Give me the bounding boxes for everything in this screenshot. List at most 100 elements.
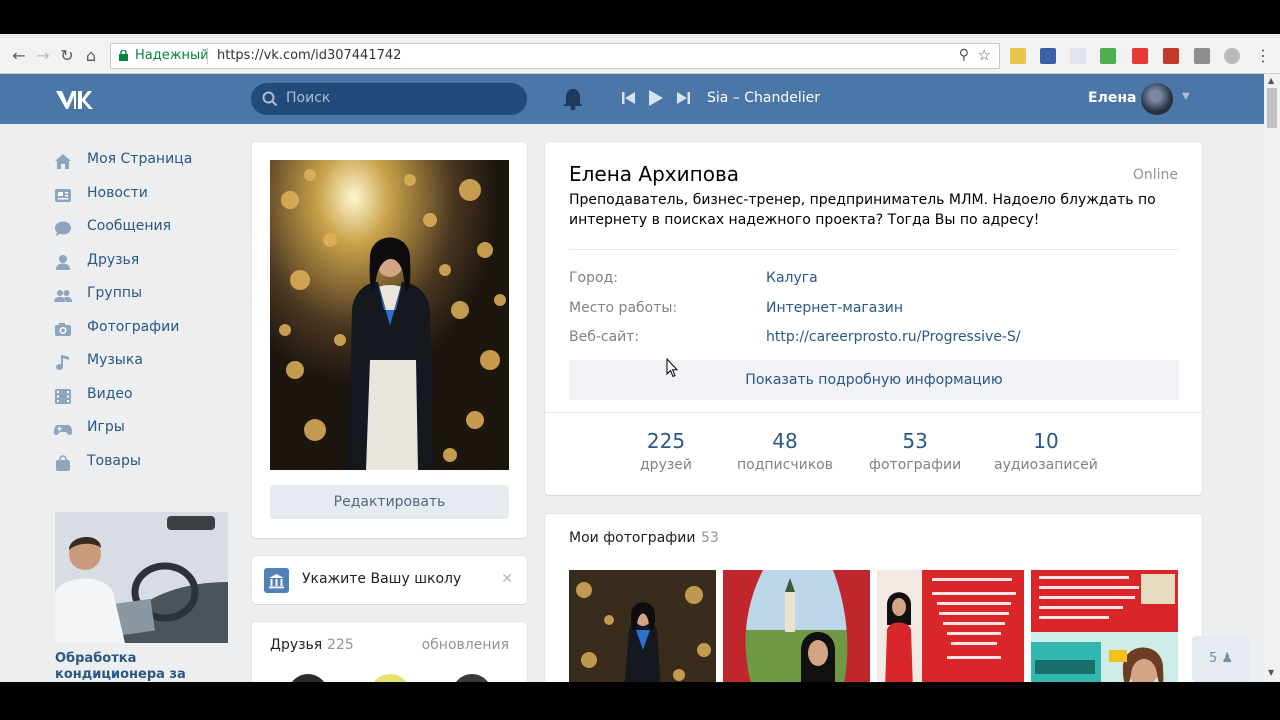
info-value-link[interactable]: http://careerprosto.ru/Progressive-S/ — [766, 329, 1021, 345]
page-content: Моя Страница Новости Сообщения Друзья Гр… — [0, 124, 1264, 682]
menu-item-label: Новости — [87, 184, 148, 201]
scrollbar-thumb[interactable] — [1267, 88, 1277, 128]
counter-followers[interactable]: 48 подписчиков — [737, 429, 833, 473]
menu-item-games[interactable]: Игры — [54, 414, 234, 448]
menu-item-label: Моя Страница — [87, 151, 193, 167]
photo-thumbnail[interactable] — [723, 570, 870, 682]
chat-button[interactable]: 5 ♟ — [1192, 636, 1250, 682]
friend-avatar[interactable] — [452, 674, 492, 682]
friends-title[interactable]: Друзья — [270, 637, 322, 653]
extension-icon-2[interactable] — [1040, 48, 1056, 64]
ad-title[interactable]: Обработка кондиционера за 2799р.! — [55, 651, 228, 682]
info-key: Город: — [569, 270, 618, 286]
extension-icon-6[interactable] — [1163, 48, 1179, 64]
profile-photo[interactable] — [270, 160, 509, 470]
home-icon[interactable]: ⌂ — [80, 46, 102, 66]
ad-block[interactable]: Обработка кондиционера за 2799р.! — [55, 512, 228, 682]
bell-icon[interactable] — [562, 87, 584, 111]
menu-item-video[interactable]: Видео — [54, 381, 234, 415]
info-value-link[interactable]: Интернет-магазин — [766, 300, 903, 316]
search-icon — [262, 91, 278, 107]
menu-item-news[interactable]: Новости — [54, 180, 234, 214]
friend-avatar[interactable] — [288, 674, 328, 682]
counter-number: 225 — [646, 429, 686, 453]
extension-icon-1[interactable] — [1010, 48, 1026, 64]
bag-icon — [56, 454, 70, 471]
news-icon — [55, 188, 71, 202]
page-scrollbar[interactable]: ▲ ▼ — [1264, 74, 1280, 682]
show-more-info-button[interactable]: Показать подробную информацию — [569, 360, 1179, 400]
profile-info-card: Елена Архипова Online Преподаватель, биз… — [545, 142, 1202, 495]
info-key: Место работы: — [569, 300, 678, 316]
friends-card: Друзья 225 обновления — [252, 622, 527, 682]
friend-avatar[interactable] — [370, 674, 410, 682]
forward-icon[interactable]: → — [32, 46, 54, 66]
url-text[interactable]: https://vk.com/id307441742 — [217, 48, 401, 63]
menu-item-groups[interactable]: Группы — [54, 280, 234, 314]
mouse-cursor-icon — [666, 358, 678, 378]
header-avatar[interactable] — [1141, 83, 1173, 115]
messages-icon — [55, 221, 71, 236]
profile-status-text[interactable]: Преподаватель, бизнес-тренер, предприним… — [569, 190, 1169, 230]
counter-label: фотографии — [869, 457, 962, 473]
scroll-down-icon[interactable]: ▼ — [1268, 668, 1274, 677]
menu-item-my-page[interactable]: Моя Страница — [54, 146, 234, 180]
browser-menu-icon[interactable]: ⋮ — [1252, 46, 1274, 66]
photo-thumbnail[interactable] — [569, 570, 716, 682]
counter-label: аудиозаписей — [994, 457, 1098, 473]
edit-profile-button[interactable]: Редактировать — [270, 485, 509, 519]
address-bar[interactable]: Надежный https://vk.com/id307441742 ⚲ ☆ — [110, 43, 1000, 69]
ad-image[interactable] — [55, 512, 228, 643]
now-playing-title[interactable]: Sia – Chandelier — [707, 90, 820, 106]
extension-icon-4[interactable] — [1100, 48, 1116, 64]
video-icon — [55, 388, 71, 404]
play-icon[interactable] — [648, 89, 664, 107]
extension-icon-3[interactable] — [1070, 48, 1086, 64]
menu-item-messages[interactable]: Сообщения — [54, 213, 234, 247]
school-prompt-card[interactable]: Укажите Вашу школу ✕ — [252, 556, 527, 604]
counter-friends[interactable]: 225 друзей — [640, 429, 692, 473]
scroll-up-icon[interactable]: ▲ — [1268, 76, 1274, 85]
counter-photos[interactable]: 53 фотографии — [869, 429, 961, 473]
extension-icon-7[interactable] — [1194, 48, 1210, 64]
close-icon[interactable]: ✕ — [501, 571, 513, 587]
next-track-icon[interactable] — [676, 91, 690, 105]
groups-icon — [54, 290, 72, 302]
menu-item-photos[interactable]: Фотографии — [54, 314, 234, 348]
photo-thumbnail[interactable] — [1031, 570, 1178, 682]
bookmark-star-icon[interactable]: ☆ — [978, 46, 991, 64]
extension-icon-8[interactable] — [1224, 48, 1240, 64]
menu-item-label: Игры — [87, 419, 125, 435]
previous-track-icon[interactable] — [622, 91, 636, 105]
menu-item-goods[interactable]: Товары — [54, 448, 234, 482]
chevron-down-icon[interactable]: ▼ — [1182, 91, 1190, 102]
extension-icon-5[interactable] — [1132, 48, 1148, 64]
school-icon — [264, 568, 289, 593]
counter-number: 53 — [902, 429, 928, 453]
online-status: Online — [1132, 167, 1178, 183]
counter-label: подписчиков — [737, 457, 833, 473]
back-icon[interactable]: ← — [8, 46, 30, 66]
reload-icon[interactable]: ↻ — [56, 46, 78, 66]
menu-item-friends[interactable]: Друзья — [54, 247, 234, 281]
school-prompt-label[interactable]: Укажите Вашу школу — [302, 571, 461, 587]
counter-label: друзей — [640, 457, 693, 473]
header-user-name[interactable]: Елена — [1088, 90, 1136, 106]
vk-header: Поиск Sia – Chandelier Елена ▼ — [0, 74, 1264, 124]
search-placeholder: Поиск — [286, 90, 331, 106]
photos-count: 53 — [701, 530, 719, 546]
friends-updates-link[interactable]: обновления — [422, 637, 509, 653]
music-icon — [56, 355, 69, 370]
photo-thumbnail[interactable] — [877, 570, 1024, 682]
photos-title[interactable]: Мои фотографии — [569, 530, 695, 546]
vk-logo-icon[interactable] — [54, 88, 96, 112]
counter-audio[interactable]: 10 аудиозаписей — [994, 429, 1098, 473]
screen-bottom-bar — [0, 682, 1280, 720]
zoom-icon[interactable]: ⚲ — [959, 47, 969, 63]
games-icon — [54, 425, 72, 436]
menu-item-music[interactable]: Музыка — [54, 347, 234, 381]
info-value-link[interactable]: Калуга — [766, 270, 818, 286]
screen: ← → ↻ ⌂ Надежный https://vk.com/id307441… — [0, 0, 1280, 720]
secure-label: Надежный — [135, 48, 209, 63]
search-input[interactable]: Поиск — [251, 83, 527, 115]
